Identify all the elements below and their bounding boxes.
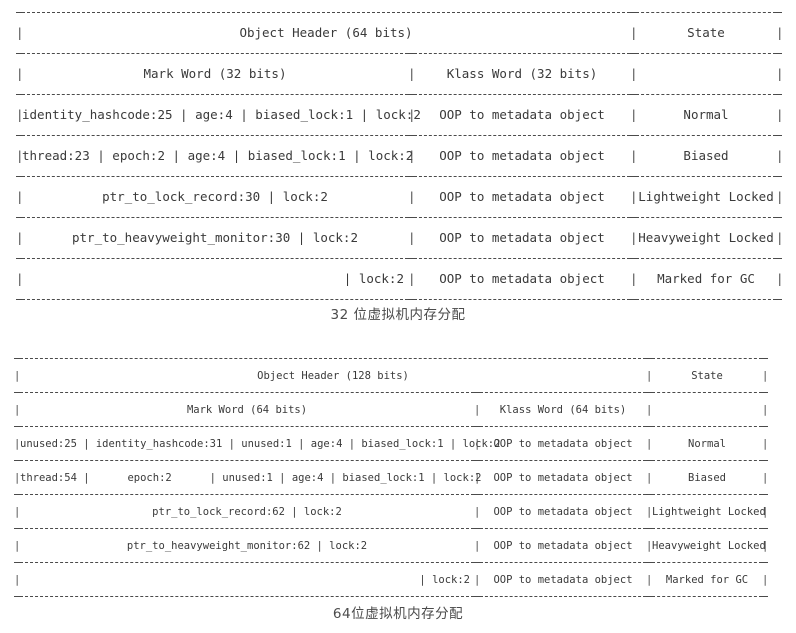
state-cell: Marked for GC bbox=[657, 271, 755, 287]
state-cell: Biased bbox=[683, 148, 729, 164]
rule-mark-word bbox=[22, 299, 408, 301]
table-subheader-row: | Mark Word (32 bits) | Klass Word (32 b… bbox=[16, 55, 784, 94]
table-header-row: | Object Header (128 bits) | State | bbox=[14, 360, 768, 392]
mark-word-cell: unused:25 | identity_hashcode:31 | unuse… bbox=[20, 437, 501, 450]
rule-klass-word bbox=[480, 596, 646, 598]
table-row: | unused:25 | identity_hashcode:31 | unu… bbox=[14, 428, 768, 460]
pipe-glyph: | bbox=[762, 539, 769, 552]
mark-word-cell: ptr_to_lock_record:62 | lock:2 bbox=[152, 505, 342, 518]
klass-word-cell: OOP to metadata object bbox=[493, 573, 633, 586]
state-column-header: State bbox=[691, 369, 723, 382]
64-bit-object-header-table: | Object Header (128 bits) | State | | M… bbox=[14, 358, 768, 598]
mark-word-cell: | lock:2 bbox=[343, 271, 404, 287]
state-subheader bbox=[652, 394, 762, 426]
klass-word-cell: OOP to metadata object bbox=[493, 539, 633, 552]
mark-word-cell: thread:54 | epoch:2 | unused:1 | age:4 |… bbox=[20, 471, 482, 484]
table-row: | thread:54 | epoch:2 | unused:1 | age:4… bbox=[14, 462, 768, 494]
pipe-glyph: | bbox=[776, 271, 784, 287]
table-row: | identity_hashcode:25 | age:4 | biased_… bbox=[16, 96, 784, 135]
klass-word-cell: OOP to metadata object bbox=[439, 107, 605, 123]
object-header-title: Object Header (128 bits) bbox=[257, 369, 409, 382]
state-cell: Marked for GC bbox=[665, 573, 749, 586]
state-column-header: State bbox=[687, 25, 725, 41]
table-row: | ptr_to_heavyweight_monitor:62 | lock:2… bbox=[14, 530, 768, 562]
klass-word-title: Klass Word (64 bits) bbox=[499, 403, 627, 416]
state-cell: Biased bbox=[688, 471, 726, 484]
pipe-glyph: | bbox=[776, 66, 784, 82]
rule-right-cap bbox=[762, 596, 768, 598]
state-cell: Heavyweight Locked bbox=[638, 230, 774, 246]
state-cell: Lightweight Locked bbox=[638, 189, 774, 205]
table-row: | thread:23 | epoch:2 | age:4 | biased_l… bbox=[16, 137, 784, 176]
klass-word-title: Klass Word (32 bits) bbox=[446, 66, 598, 82]
pipe-glyph: | bbox=[762, 471, 769, 484]
caption-32-bit: 32 位虚拟机内存分配 bbox=[330, 307, 466, 323]
table-row: | ptr_to_lock_record:62 | lock:2 | OOP t… bbox=[14, 496, 768, 528]
klass-word-cell: OOP to metadata object bbox=[493, 437, 633, 450]
pipe-glyph: | bbox=[776, 107, 784, 123]
mark-word-title: Mark Word (64 bits) bbox=[186, 403, 308, 416]
pipe-glyph: | bbox=[776, 148, 784, 164]
state-cell: Normal bbox=[688, 437, 726, 450]
mark-word-cell: ptr_to_lock_record:30 | lock:2 bbox=[102, 189, 328, 205]
pipe-glyph: | bbox=[776, 25, 784, 41]
table-rule bbox=[14, 596, 768, 598]
caption-64-bit: 64位虚拟机内存分配 bbox=[332, 606, 464, 622]
table-subheader-row: | Mark Word (64 bits) | Klass Word (64 b… bbox=[14, 394, 768, 426]
table-rule bbox=[16, 299, 782, 301]
table-row: | | lock:2 | OOP to metadata object | Ma… bbox=[16, 260, 784, 299]
klass-word-cell: OOP to metadata object bbox=[439, 230, 605, 246]
object-header-title: Object Header (64 bits) bbox=[239, 25, 413, 41]
klass-word-cell: OOP to metadata object bbox=[439, 148, 605, 164]
state-cell: Lightweight Locked bbox=[652, 505, 766, 518]
pipe-glyph: | bbox=[762, 573, 769, 586]
state-subheader bbox=[636, 55, 776, 94]
mark-word-cell: ptr_to_heavyweight_monitor:62 | lock:2 bbox=[126, 539, 368, 552]
diagram-canvas: | Object Header (64 bits) | State | | Ma… bbox=[0, 0, 796, 633]
table-row: | ptr_to_lock_record:30 | lock:2 | OOP t… bbox=[16, 178, 784, 217]
pipe-glyph: | bbox=[762, 403, 769, 416]
table-row: | ptr_to_heavyweight_monitor:30 | lock:2… bbox=[16, 219, 784, 258]
table-header-row: | Object Header (64 bits) | State | bbox=[16, 14, 784, 53]
rule-state bbox=[652, 596, 762, 598]
table-row: | | lock:2 | OOP to metadata object | Ma… bbox=[14, 564, 768, 596]
pipe-glyph: | bbox=[762, 505, 769, 518]
klass-word-cell: OOP to metadata object bbox=[439, 189, 605, 205]
pipe-glyph: | bbox=[776, 189, 784, 205]
state-cell: Heavyweight Locked bbox=[652, 539, 766, 552]
state-cell: Normal bbox=[683, 107, 729, 123]
mark-word-title: Mark Word (32 bits) bbox=[143, 66, 287, 82]
klass-word-cell: OOP to metadata object bbox=[493, 505, 633, 518]
klass-word-cell: OOP to metadata object bbox=[439, 271, 605, 287]
mark-word-cell: | lock:2 bbox=[419, 573, 470, 586]
rule-right-cap bbox=[776, 299, 782, 301]
pipe-glyph: | bbox=[776, 230, 784, 246]
rule-klass-word bbox=[414, 299, 630, 301]
mark-word-cell: thread:23 | epoch:2 | age:4 | biased_loc… bbox=[22, 148, 414, 164]
mark-word-cell: ptr_to_heavyweight_monitor:30 | lock:2 bbox=[72, 230, 358, 246]
rule-mark-word bbox=[20, 596, 474, 598]
mark-word-cell: identity_hashcode:25 | age:4 | biased_lo… bbox=[22, 107, 421, 123]
rule-state bbox=[636, 299, 776, 301]
klass-word-cell: OOP to metadata object bbox=[493, 471, 633, 484]
pipe-glyph: | bbox=[762, 369, 769, 382]
32-bit-object-header-table: | Object Header (64 bits) | State | | Ma… bbox=[16, 12, 784, 301]
pipe-glyph: | bbox=[762, 437, 769, 450]
